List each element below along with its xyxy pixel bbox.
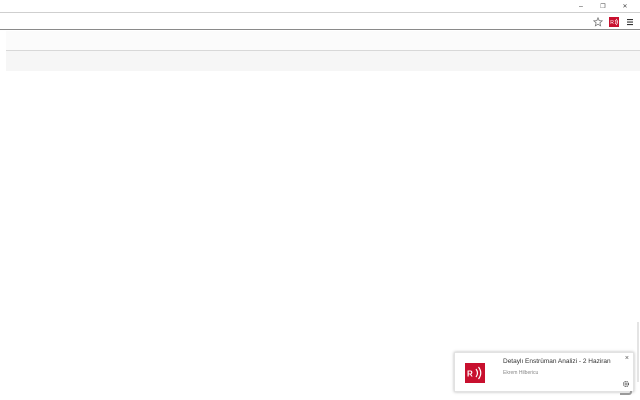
svg-text:R: R bbox=[610, 20, 614, 26]
radio-broadcast-icon: R bbox=[465, 363, 485, 383]
restore-icon: ❐ bbox=[600, 3, 606, 10]
info-bar bbox=[6, 31, 640, 51]
title-bar: – ❐ ✕ bbox=[0, 0, 640, 12]
close-window-button[interactable]: ✕ bbox=[614, 0, 636, 12]
close-icon: ✕ bbox=[622, 3, 628, 10]
restore-button[interactable]: ❐ bbox=[592, 0, 614, 12]
toolbar-icons: R bbox=[592, 14, 636, 29]
notification-source: Ekrem Hilbericu bbox=[503, 370, 539, 376]
window-controls: – ❐ ✕ bbox=[570, 0, 636, 12]
browser-toolbar: R bbox=[0, 12, 640, 30]
minimize-icon: – bbox=[579, 2, 583, 10]
resize-handle[interactable] bbox=[620, 391, 632, 395]
browser-window: – ❐ ✕ R R Detaylı Enstrüman Analizi - 2 … bbox=[0, 0, 640, 400]
menu-icon[interactable] bbox=[624, 16, 636, 28]
bookmarks-bar bbox=[6, 51, 640, 71]
minimize-button[interactable]: – bbox=[570, 0, 592, 12]
gear-icon[interactable] bbox=[622, 380, 630, 388]
notification-close-button[interactable]: × bbox=[625, 355, 629, 362]
svg-text:R: R bbox=[467, 370, 473, 379]
page-content bbox=[0, 71, 640, 400]
address-bar[interactable] bbox=[6, 15, 586, 28]
notification-title: Detaylı Enstrüman Analizi - 2 Haziran bbox=[503, 358, 611, 365]
bookmark-star-icon[interactable] bbox=[592, 16, 604, 28]
scrollbar[interactable] bbox=[637, 322, 639, 382]
notification-icon-container: R bbox=[457, 355, 493, 391]
extension-radio-icon[interactable]: R bbox=[608, 16, 620, 28]
close-icon: × bbox=[624, 355, 629, 362]
notification-popup[interactable]: R Detaylı Enstrüman Analizi - 2 Haziran … bbox=[454, 352, 634, 392]
